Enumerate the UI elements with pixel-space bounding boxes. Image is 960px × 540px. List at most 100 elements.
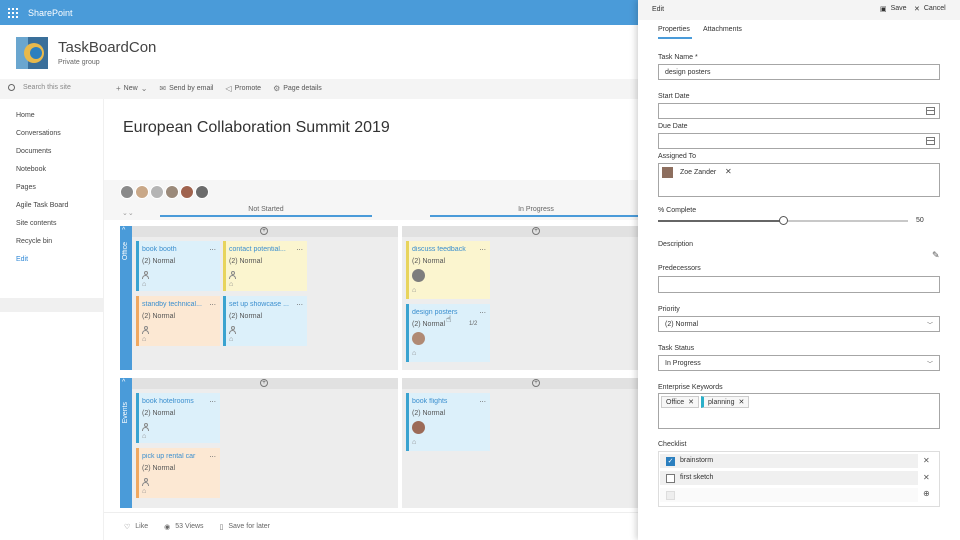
card-title[interactable]: discuss feedback [412, 246, 476, 253]
card-title[interactable]: book booth [142, 246, 206, 253]
card-title[interactable]: pick up rental car [142, 453, 206, 460]
unassigned-person-icon[interactable] [229, 326, 236, 334]
search-box[interactable]: Search this site [8, 84, 71, 91]
tag-icon[interactable]: ⌂ [142, 433, 146, 440]
due-date-field[interactable] [658, 133, 940, 149]
calendar-icon[interactable] [926, 137, 935, 145]
nav-item-documents[interactable]: Documents [16, 148, 51, 155]
task-card[interactable]: pick up rental car ... (2) Normal ⌂ [136, 448, 220, 498]
lane-office-bar[interactable]: ^ Office [120, 226, 132, 370]
avatar[interactable] [165, 185, 179, 199]
add-card-icon[interactable]: + [532, 227, 540, 235]
checklist-item-label[interactable]: first sketch [680, 474, 713, 481]
avatar[interactable] [180, 185, 194, 199]
avatar[interactable] [120, 185, 134, 199]
calendar-icon[interactable] [926, 107, 935, 115]
remove-assignee-icon[interactable]: ✕ [725, 167, 732, 176]
site-logo[interactable] [16, 37, 48, 69]
unassigned-person-icon[interactable] [142, 326, 149, 334]
pencil-icon[interactable]: ✎ [932, 250, 940, 261]
tag-icon[interactable]: ⌂ [142, 281, 146, 288]
card-menu-icon[interactable]: ... [296, 298, 303, 307]
lane-collapse-icon[interactable]: ^ [122, 379, 125, 386]
like-button[interactable]: ♡ Like [124, 523, 148, 531]
tab-properties[interactable]: Properties [658, 26, 690, 33]
tab-attachments[interactable]: Attachments [703, 26, 742, 33]
task-name-field[interactable]: design posters [658, 64, 940, 80]
priority-dropdown[interactable]: (2) Normal ﹀ [658, 316, 940, 332]
site-title[interactable]: TaskBoardCon [58, 39, 156, 56]
card-title[interactable]: standby technical... [142, 301, 206, 308]
unassigned-person-icon[interactable] [229, 271, 236, 279]
checkbox-checked[interactable]: ✓ [666, 457, 675, 466]
task-card[interactable]: book booth ... (2) Normal ⌂ [136, 241, 220, 291]
nav-item-conversations[interactable]: Conversations [16, 130, 61, 137]
brand-label[interactable]: SharePoint [28, 8, 73, 18]
card-menu-icon[interactable]: ... [209, 395, 216, 404]
card-menu-icon[interactable]: ... [479, 243, 486, 252]
remove-keyword-icon[interactable]: ✕ [738, 398, 744, 406]
nav-item-site-contents[interactable]: Site contents [16, 220, 56, 227]
checkbox-unchecked[interactable] [666, 474, 675, 483]
card-menu-icon[interactable]: ... [479, 395, 486, 404]
nav-item-notebook[interactable]: Notebook [16, 166, 46, 173]
tag-icon[interactable]: ⌂ [142, 336, 146, 343]
task-card[interactable]: standby technical... ... (2) Normal ⌂ [136, 296, 220, 346]
slider-thumb[interactable] [779, 216, 788, 225]
tag-icon[interactable]: ⌂ [229, 281, 233, 288]
card-menu-icon[interactable]: ... [209, 450, 216, 459]
task-status-dropdown[interactable]: In Progress ﹀ [658, 355, 940, 371]
avatar[interactable] [135, 185, 149, 199]
avatar[interactable] [150, 185, 164, 199]
card-menu-icon[interactable]: ... [209, 298, 216, 307]
collapse-all-icon[interactable]: ⌄⌄ [122, 209, 134, 217]
tag-icon[interactable]: ⌂ [412, 350, 416, 357]
lane-events-bar[interactable]: ^ Events [120, 378, 132, 508]
cancel-button[interactable]: ✕ Cancel [914, 5, 946, 13]
nav-item-home[interactable]: Home [16, 112, 35, 119]
unassigned-person-icon[interactable] [142, 423, 149, 431]
start-date-field[interactable] [658, 103, 940, 119]
tag-icon[interactable]: ⌂ [142, 488, 146, 495]
checklist-item[interactable]: ✓ brainstorm [660, 454, 918, 468]
task-card[interactable]: discuss feedback ... (2) Normal ⌂ [406, 241, 490, 299]
checklist-item-label[interactable]: brainstorm [680, 457, 713, 464]
percent-complete-slider[interactable] [658, 216, 908, 225]
assignee-avatar[interactable] [412, 269, 425, 282]
task-card[interactable]: book hotelrooms ... (2) Normal ⌂ [136, 393, 220, 443]
add-card-row[interactable]: + [402, 226, 640, 237]
app-launcher-icon[interactable] [8, 7, 18, 18]
page-details-button[interactable]: ⚙ Page details [273, 84, 322, 93]
add-item-icon[interactable]: ⊕ [923, 489, 930, 498]
assigned-to-field[interactable]: Zoe Zander ✕ [658, 163, 940, 197]
card-menu-icon[interactable]: ... [479, 306, 486, 315]
nav-item-agile-task-board[interactable]: Agile Task Board [16, 202, 68, 209]
lane-collapse-icon[interactable]: ^ [122, 227, 125, 234]
nav-item-pages[interactable]: Pages [16, 184, 36, 191]
send-by-email-button[interactable]: ✉ Send by email [159, 84, 213, 93]
search-placeholder[interactable]: Search this site [23, 84, 71, 91]
save-button[interactable]: ▣ Save [880, 5, 907, 13]
task-card[interactable]: contact potential... ... (2) Normal ⌂ [223, 241, 307, 291]
remove-keyword-icon[interactable]: ✕ [688, 398, 694, 406]
save-for-later-button[interactable]: ▯ Save for later [220, 523, 271, 531]
remove-item-icon[interactable]: ✕ [923, 456, 930, 465]
card-title[interactable]: design posters [412, 309, 476, 316]
nav-item-edit[interactable]: Edit [16, 256, 28, 263]
assignee-avatar[interactable] [412, 332, 425, 345]
keyword-tag[interactable]: planning ✕ [701, 396, 750, 408]
task-card[interactable]: set up showcase ... ... (2) Normal ⌂ [223, 296, 307, 346]
card-title[interactable]: book flights [412, 398, 476, 405]
add-card-icon[interactable]: + [260, 227, 268, 235]
predecessors-field[interactable] [658, 276, 940, 293]
card-menu-icon[interactable]: ... [209, 243, 216, 252]
new-button[interactable]: + New ⌄ [116, 84, 147, 93]
nav-item-recycle-bin[interactable]: Recycle bin [16, 238, 52, 245]
unassigned-person-icon[interactable] [142, 271, 149, 279]
add-card-icon[interactable]: + [532, 379, 540, 387]
tag-icon[interactable]: ⌂ [229, 336, 233, 343]
task-card-selected[interactable]: design posters ... (2) Normal 1/2 ⌂ [406, 304, 490, 362]
add-card-icon[interactable]: + [260, 379, 268, 387]
add-card-row[interactable]: + [402, 378, 640, 389]
checklist-item[interactable]: first sketch [660, 471, 918, 485]
